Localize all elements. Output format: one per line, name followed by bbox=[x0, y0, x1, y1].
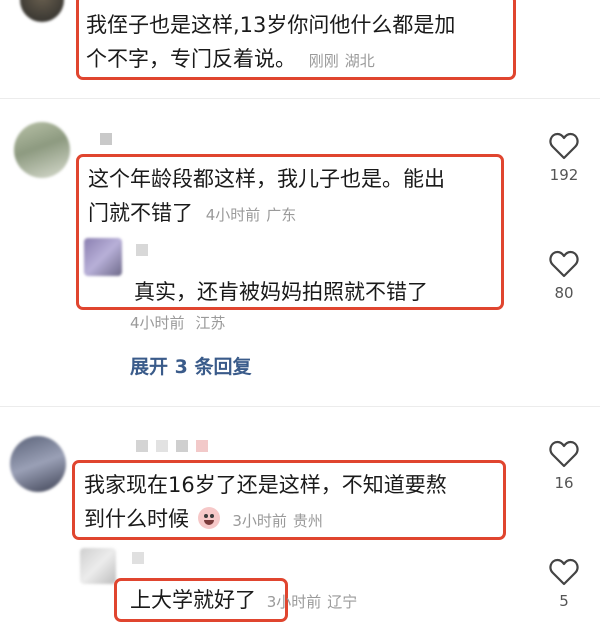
reply-text: 真实，还肯被妈妈拍照就不错了 bbox=[134, 280, 428, 304]
comment-location: 贵州 bbox=[292, 512, 323, 530]
reply-body: 上大学就好了 3小时前 辽宁 bbox=[130, 583, 530, 619]
like-button[interactable]: 192 bbox=[542, 132, 586, 184]
heart-icon bbox=[549, 558, 579, 586]
divider bbox=[0, 406, 600, 407]
reply-time: 3小时前 bbox=[266, 593, 322, 611]
like-count: 192 bbox=[549, 166, 579, 184]
username-mosaic[interactable] bbox=[136, 440, 208, 452]
comment-time: 刚刚 bbox=[308, 52, 339, 70]
avatar[interactable] bbox=[14, 122, 70, 178]
comment-body: 我侄子也是这样,13岁你问他什么都是加 个不字，专门反着说。 刚刚 湖北 bbox=[86, 8, 506, 78]
avatar[interactable] bbox=[80, 548, 116, 584]
comment-body: 这个年龄段都这样，我儿子也是。能出 门就不错了 4小时前 广东 bbox=[88, 162, 498, 232]
reply-location: 辽宁 bbox=[327, 593, 358, 611]
reply-meta: 4小时前 江苏 bbox=[130, 312, 225, 333]
reply-location: 江苏 bbox=[195, 314, 226, 332]
like-count: 16 bbox=[554, 474, 574, 492]
reply-meta: 3小时前 辽宁 bbox=[267, 593, 358, 611]
comment-line: 门就不错了 4小时前 广东 bbox=[88, 196, 498, 232]
reply-time: 4小时前 bbox=[130, 314, 185, 332]
heart-icon bbox=[549, 250, 579, 278]
comment-line-text: 个不字，专门反着说。 bbox=[86, 47, 296, 71]
comment-location: 广东 bbox=[266, 206, 297, 224]
comment-location: 湖北 bbox=[344, 52, 375, 70]
comment-line: 我家现在16岁了还是这样，不知道要熬 bbox=[84, 473, 447, 497]
comment-line: 我侄子也是这样,13岁你问他什么都是加 bbox=[86, 13, 456, 37]
comment-line: 到什么时候 3小时前 贵州 bbox=[84, 502, 502, 538]
like-button[interactable]: 80 bbox=[542, 250, 586, 302]
reply-text: 上大学就好了 bbox=[130, 588, 256, 612]
avatar[interactable] bbox=[20, 0, 64, 22]
comment-body: 我家现在16岁了还是这样，不知道要熬 到什么时候 3小时前 贵州 bbox=[84, 468, 502, 538]
heart-icon bbox=[549, 440, 579, 468]
comment-meta: 4小时前 广东 bbox=[206, 206, 297, 224]
comment-line-text: 到什么时候 bbox=[84, 507, 189, 531]
comment-meta: 刚刚 湖北 bbox=[309, 52, 375, 70]
comment-line: 个不字，专门反着说。 刚刚 湖北 bbox=[86, 42, 506, 78]
comment-time: 3小时前 bbox=[232, 512, 287, 530]
heart-icon bbox=[549, 132, 579, 160]
like-button[interactable]: 16 bbox=[542, 440, 586, 492]
username-mosaic[interactable] bbox=[132, 552, 144, 564]
comment-time: 4小时前 bbox=[205, 206, 261, 224]
reply-body: 真实，还肯被妈妈拍照就不错了 bbox=[134, 275, 494, 309]
username-mosaic[interactable] bbox=[100, 133, 112, 145]
like-count: 5 bbox=[559, 592, 569, 610]
comment-line-text: 门就不错了 bbox=[88, 201, 193, 225]
comment-line: 这个年龄段都这样，我儿子也是。能出 bbox=[88, 167, 445, 191]
like-button[interactable]: 5 bbox=[542, 558, 586, 610]
expand-replies-button[interactable]: 展开 3 条回复 bbox=[130, 352, 251, 379]
divider bbox=[0, 98, 600, 99]
avatar[interactable] bbox=[10, 436, 66, 492]
comment-meta: 3小时前 贵州 bbox=[232, 512, 323, 530]
like-count: 80 bbox=[554, 284, 574, 302]
username-mosaic[interactable] bbox=[136, 244, 148, 256]
crying-emoji-icon bbox=[197, 507, 220, 529]
avatar[interactable] bbox=[84, 238, 122, 276]
